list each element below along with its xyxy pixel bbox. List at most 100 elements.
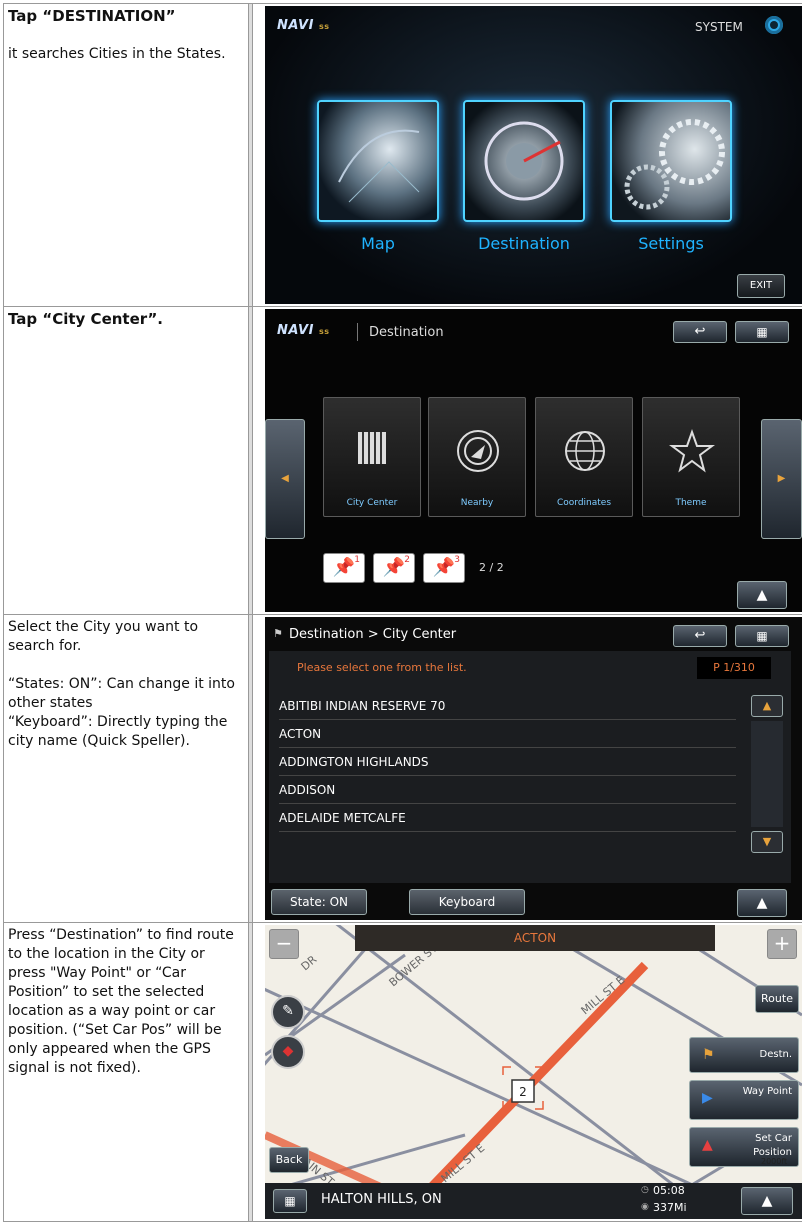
city-list-item[interactable]: ADELAIDE METCALFE — [279, 805, 736, 832]
nearby-tile[interactable]: Nearby — [428, 397, 526, 517]
coordinates-tile[interactable]: Coordinates — [535, 397, 633, 517]
pin-number: 1 — [354, 555, 360, 565]
table-row: Tap “DESTINATION” it searches Cities in … — [3, 3, 802, 307]
header-divider — [357, 323, 358, 341]
column-divider — [249, 4, 253, 307]
pin-3-button[interactable]: 📌 3 — [423, 553, 465, 583]
screen-title: Destination — [369, 325, 444, 340]
city-banner: ACTON — [355, 925, 715, 951]
compass-icon — [484, 121, 564, 201]
street-label: DR — [299, 953, 320, 974]
pin-icon: 📌 — [382, 557, 406, 578]
pin-1-button[interactable]: 📌 1 — [323, 553, 365, 583]
map-screenshot: 2 DR BOWER ST MILL ST E MAIN ST MILL ST … — [265, 925, 802, 1219]
eta-time: 05:08 — [653, 1184, 685, 1197]
column-divider — [249, 923, 253, 1221]
column-divider — [249, 615, 253, 923]
destination-button[interactable]: ⚑ Destn. — [689, 1037, 799, 1073]
destination-button-label: Destn. — [759, 1049, 793, 1060]
flag-icon: ⚑ — [273, 627, 283, 640]
map-label: Map — [361, 234, 395, 253]
tile-label: City Center — [346, 498, 398, 508]
city-list-item[interactable]: ADDISON — [279, 777, 736, 804]
scrollbar-track[interactable] — [751, 721, 783, 827]
exit-button[interactable]: EXIT — [737, 274, 785, 298]
scroll-up-arrow[interactable]: ▲ — [751, 695, 783, 717]
set-car-position-label: Set Car Position — [753, 1133, 792, 1158]
back-button[interactable]: ↩ — [673, 625, 727, 647]
page-indicator: 2 / 2 — [479, 561, 504, 574]
back-button[interactable]: ↩ — [673, 321, 727, 343]
instruction-table: Tap “DESTINATION” it searches Cities in … — [3, 3, 802, 1223]
theme-tile[interactable]: Theme — [642, 397, 740, 517]
home-grid-button[interactable]: ▦ — [735, 321, 789, 343]
instruction-line: “Keyboard”: Directly typing the city nam… — [8, 714, 228, 749]
waypoint-button-label: Way Point — [742, 1086, 792, 1097]
gear-icon[interactable] — [765, 16, 783, 34]
zoom-in-button[interactable]: + — [767, 929, 797, 959]
scroll-up-button[interactable]: ▲ — [737, 581, 787, 609]
tile-label: Nearby — [460, 498, 494, 508]
status-bar: ▦ HALTON HILLS, ON ◷ 05:08 ◉ 337Mi ▲ — [265, 1183, 802, 1219]
pin-icon: 📌 — [332, 557, 356, 578]
table-row: Press “Destination” to find route to the… — [3, 922, 802, 1222]
page-counter: P 1/310 — [697, 657, 771, 679]
zoom-out-button[interactable]: − — [269, 929, 299, 959]
waypoint-flag-icon: ▶ — [702, 1090, 713, 1106]
tile-label: Theme — [675, 498, 707, 508]
route-button[interactable]: Route — [755, 985, 799, 1013]
breadcrumb: Destination > City Center — [289, 627, 457, 642]
city-list-item[interactable]: ADDINGTON HIGHLANDS — [279, 749, 736, 776]
instruction-line: “States: ON”: Can change it into other s… — [8, 676, 235, 711]
clock-icon: ◷ — [641, 1185, 649, 1195]
city-center-tile[interactable]: City Center — [323, 397, 421, 517]
flag-icon: ⚑ — [702, 1047, 715, 1063]
instruction-title: Tap “City Center”. — [8, 310, 163, 328]
destination-tile[interactable] — [463, 100, 585, 222]
tile-label: Coordinates — [556, 498, 612, 508]
system-label: SYSTEM — [695, 20, 743, 34]
waypoint-button[interactable]: ▶ Way Point — [689, 1080, 799, 1120]
destination-label: Destination — [478, 234, 570, 253]
brand-logo: NAVI ss — [277, 18, 330, 33]
next-arrow-button[interactable]: ▶ — [761, 419, 802, 539]
list-panel: Please select one from the list. P 1/310… — [269, 651, 791, 883]
pin-2-button[interactable]: 📌 2 — [373, 553, 415, 583]
instruction-cell: Press “Destination” to find route to the… — [3, 923, 249, 1221]
column-divider — [249, 307, 253, 615]
pin-icon: 📌 — [432, 557, 456, 578]
table-row: Select the City you want to search for. … — [3, 614, 802, 923]
state-toggle-button[interactable]: State: ON — [271, 889, 367, 915]
pushpin-icon[interactable]: ✎ — [271, 995, 305, 1029]
city-list-item[interactable]: ABITIBI INDIAN RESERVE 70 — [279, 693, 736, 720]
settings-tile[interactable] — [610, 100, 732, 222]
distance-icon: ◉ — [641, 1202, 649, 1212]
home-grid-button[interactable]: ▦ — [735, 625, 789, 647]
current-location: HALTON HILLS, ON — [321, 1192, 442, 1207]
globe-icon — [338, 129, 420, 203]
globe-grid-icon — [565, 431, 605, 471]
star-icon — [669, 429, 715, 473]
instruction-body: it searches Cities in the States. — [8, 46, 226, 62]
pin-number: 3 — [454, 555, 460, 565]
city-list-item[interactable]: ACTON — [279, 721, 736, 748]
instruction-cell: Tap “City Center”. — [3, 307, 249, 615]
gears-icon — [624, 119, 725, 210]
scroll-up-button[interactable]: ▲ — [737, 889, 787, 917]
scroll-down-arrow[interactable]: ▼ — [751, 831, 783, 853]
keyboard-button[interactable]: Keyboard — [409, 889, 525, 915]
list-prompt: Please select one from the list. — [297, 661, 467, 674]
instruction-line: Select the City you want to search for. — [8, 619, 199, 654]
compass-icon[interactable]: ◆ — [271, 1035, 305, 1069]
instruction-cell: Tap “DESTINATION” it searches Cities in … — [3, 4, 249, 307]
prev-arrow-button[interactable]: ◀ — [265, 419, 305, 539]
map-tile[interactable] — [317, 100, 439, 222]
settings-label: Settings — [638, 234, 704, 253]
building-icon — [358, 432, 386, 464]
scroll-up-button[interactable]: ▲ — [741, 1187, 793, 1215]
remaining-distance: 337Mi — [653, 1201, 687, 1214]
back-button[interactable]: Back — [269, 1147, 309, 1173]
main-menu-screenshot: NAVI ss SYSTEM Map Destination Settings … — [265, 6, 802, 304]
menu-grid-button[interactable]: ▦ — [273, 1189, 307, 1213]
instruction-title: Tap “DESTINATION” — [8, 7, 176, 25]
